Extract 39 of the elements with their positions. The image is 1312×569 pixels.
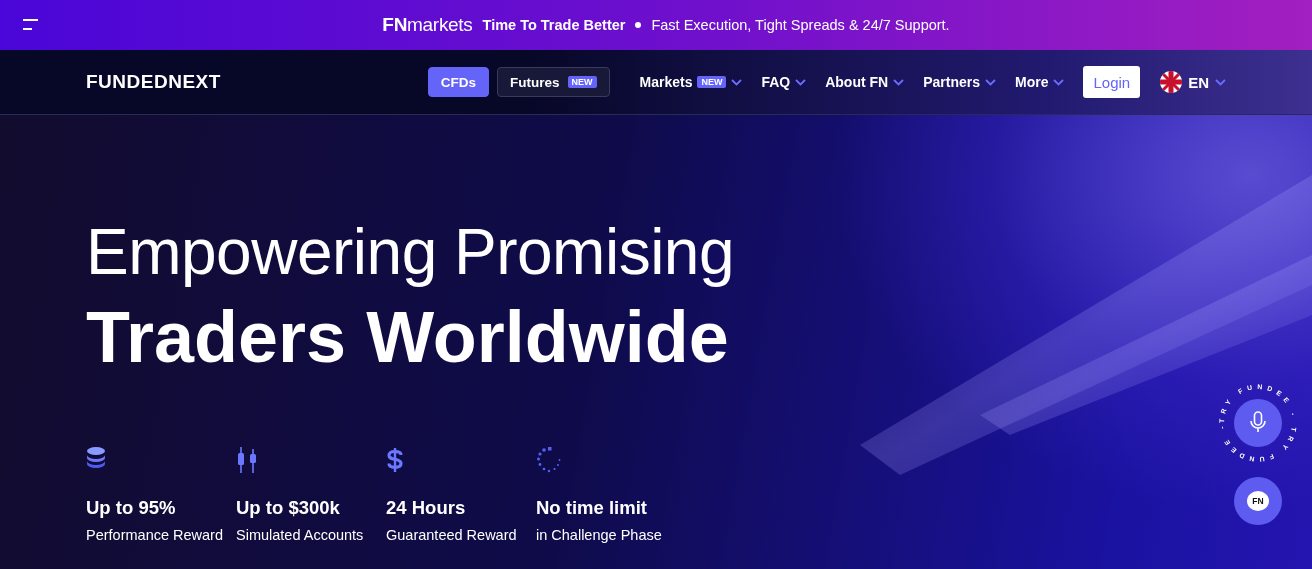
new-badge: NEW <box>567 76 597 88</box>
fundednext-logo[interactable]: FUNDEDNEXT <box>86 71 221 93</box>
login-button[interactable]: Login <box>1083 66 1141 98</box>
stat-description: Performance Reward <box>86 526 224 545</box>
chat-button[interactable]: FN <box>1234 477 1282 525</box>
stat-description: in Challenge Phase <box>536 526 663 545</box>
chevron-down-icon <box>893 78 905 86</box>
menu-icon[interactable] <box>22 18 39 31</box>
banner-headline: Time To Trade Better <box>482 17 626 33</box>
stat-value: Up to 95% <box>86 497 177 519</box>
bullet-dot <box>635 22 642 28</box>
nav-menu-item[interactable]: More <box>1015 74 1065 90</box>
nav-menu-item[interactable]: Partners <box>923 74 996 90</box>
stat-value: No time limit <box>536 497 648 519</box>
coin-stack-icon <box>86 447 106 469</box>
chevron-down-icon <box>985 78 996 86</box>
new-badge: NEW <box>697 76 727 88</box>
stat-value: 24 Hours <box>386 497 467 519</box>
chevron-down-icon <box>731 78 743 86</box>
market-tab[interactable]: CFDs <box>427 67 489 97</box>
stat-description: Guaranteed Reward <box>386 526 518 545</box>
loading-spinner-icon <box>536 447 562 473</box>
hero-title: Empowering Promising <box>86 215 736 289</box>
banner-tagline: Fast Execution, Tight Spreads & 24/7 Support. <box>651 17 950 33</box>
dollar-icon <box>386 447 404 473</box>
market-tab[interactable]: Futures NEW <box>497 67 610 97</box>
microphone-icon <box>1250 411 1266 433</box>
language-selector[interactable]: EN <box>1160 71 1226 93</box>
chevron-down-icon <box>1053 78 1065 86</box>
brand-logo[interactable]: FNmarkets <box>382 14 473 36</box>
nav-menu-item[interactable]: About FN <box>825 74 905 90</box>
stat-value: Up to $300k <box>236 497 341 519</box>
nav-menu-item[interactable]: FAQ <box>761 74 807 90</box>
stat-description: Simulated Accounts <box>236 526 365 545</box>
candlestick-icon <box>236 447 258 473</box>
chevron-down-icon <box>1215 78 1226 86</box>
chevron-down-icon <box>795 78 807 86</box>
nav-menu-item[interactable]: Markets NEW <box>639 74 743 90</box>
uk-flag-icon <box>1160 71 1183 93</box>
